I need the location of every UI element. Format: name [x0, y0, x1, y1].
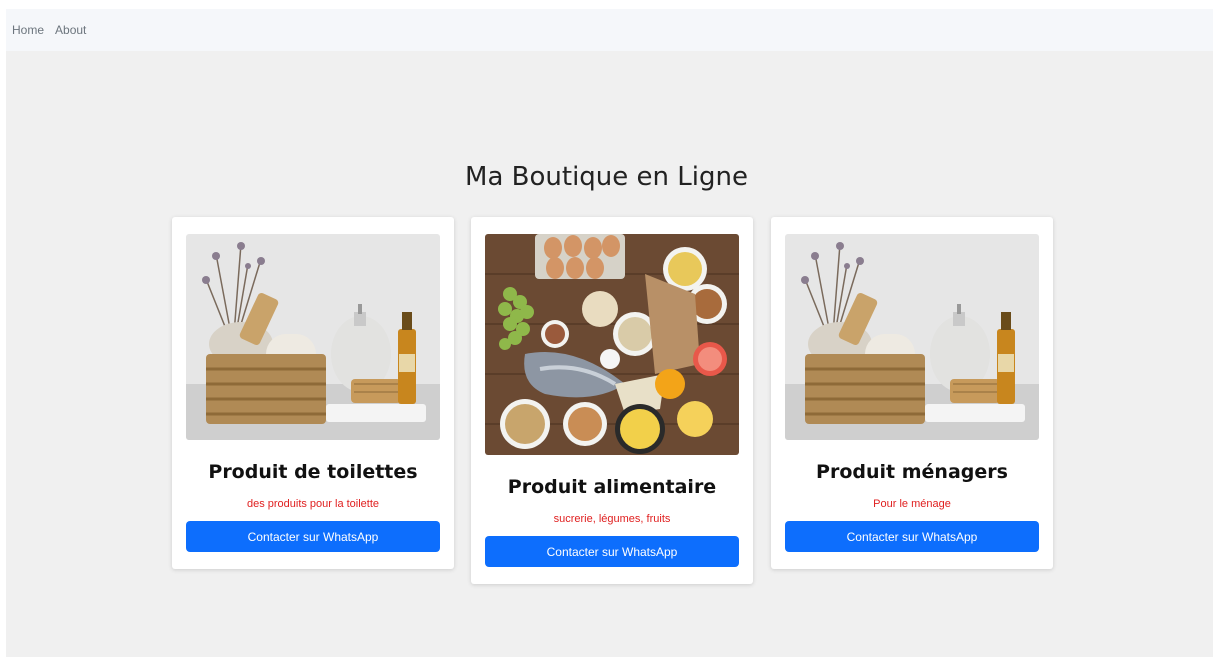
contact-whatsapp-button[interactable]: Contacter sur WhatsApp — [785, 521, 1039, 552]
product-card-menagers: Produit ménagers Pour le ménage Contacte… — [771, 217, 1053, 569]
product-description: des produits pour la toilette — [246, 498, 380, 510]
product-title: Produit alimentaire — [507, 476, 717, 498]
product-description: Pour le ménage — [873, 498, 951, 510]
toiletries-basket-image — [785, 234, 1039, 440]
product-card-alimentaire: Produit alimentaire sucrerie, légumes, f… — [471, 217, 753, 584]
nav-about-link[interactable]: About — [55, 23, 86, 37]
navbar: Home About — [6, 9, 1213, 51]
product-card-toilettes: Produit de toilettes des produits pour l… — [172, 217, 454, 569]
nav-home-link[interactable]: Home — [12, 23, 44, 37]
toiletries-basket-image — [186, 234, 440, 440]
page-title: Ma Boutique en Ligne — [465, 162, 748, 192]
product-title: Produit de toilettes — [208, 461, 418, 483]
contact-whatsapp-button[interactable]: Contacter sur WhatsApp — [485, 536, 739, 567]
groceries-image — [485, 234, 739, 455]
product-description: sucrerie, légumes, fruits — [553, 513, 671, 525]
product-title: Produit ménagers — [816, 461, 1008, 483]
contact-whatsapp-button[interactable]: Contacter sur WhatsApp — [186, 521, 440, 552]
